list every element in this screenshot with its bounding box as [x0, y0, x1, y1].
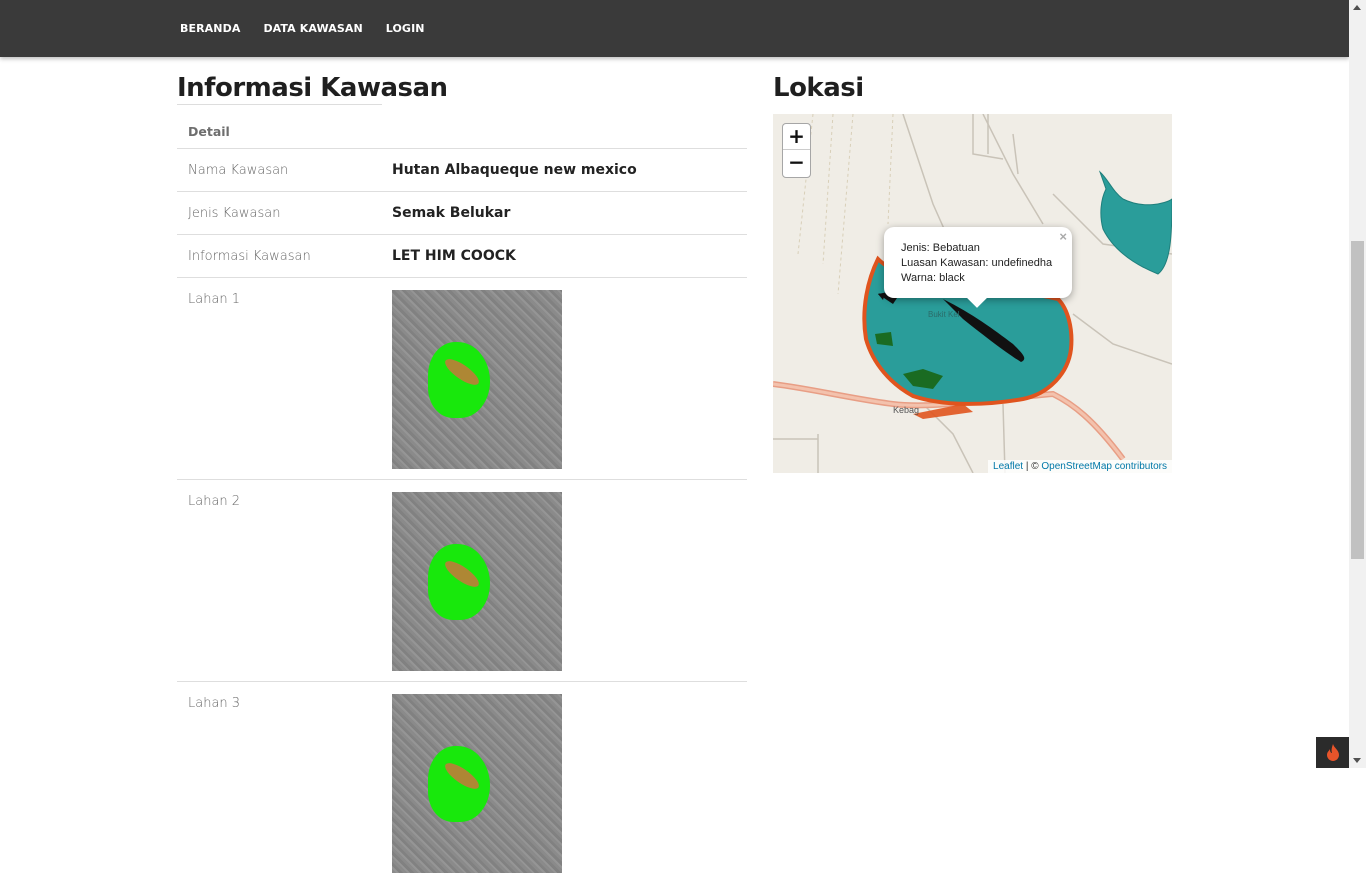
detail-table: Detail Nama Kawasan Hutan Albaqueque new…: [177, 115, 747, 884]
zoom-in-button[interactable]: +: [783, 124, 810, 150]
table-row: Informasi Kawasan LET HIM COOCK: [177, 235, 747, 278]
popup-close-button[interactable]: ×: [1059, 229, 1067, 244]
lahan-label: Lahan 2: [188, 494, 241, 509]
row-value: Semak Belukar: [392, 205, 511, 221]
top-navbar: BERANDA DATA KAWASAN LOGIN: [0, 0, 1349, 57]
location-section: Lokasi Kebag Bukit Kel + − × Jenis: Beba…: [773, 70, 1173, 473]
table-header: Detail: [177, 115, 747, 149]
row-value: Hutan Albaqueque new mexico: [392, 162, 637, 178]
row-label: Informasi Kawasan: [188, 248, 311, 264]
attribution-separator: | ©: [1023, 461, 1042, 472]
main-nav: BERANDA DATA KAWASAN LOGIN: [180, 22, 448, 35]
nav-data-kawasan[interactable]: DATA KAWASAN: [263, 22, 362, 35]
leaflet-map[interactable]: Kebag Bukit Kel + − × Jenis: Bebatuan Lu…: [773, 114, 1172, 473]
info-title: Informasi Kawasan: [177, 73, 448, 103]
row-value: LET HIM COOCK: [392, 248, 516, 264]
popup-line-jenis: Jenis: Bebatuan: [901, 242, 980, 254]
scrollbar-thumb[interactable]: [1351, 241, 1364, 559]
lahan-image[interactable]: [392, 290, 562, 469]
lahan-image[interactable]: [392, 492, 562, 671]
table-row: Jenis Kawasan Semak Belukar: [177, 192, 747, 235]
nav-login[interactable]: LOGIN: [386, 22, 425, 35]
table-row: Lahan 3: [177, 682, 747, 884]
lahan-label: Lahan 1: [188, 292, 241, 307]
scroll-down-arrow-icon[interactable]: [1353, 758, 1361, 763]
table-row: Lahan 2: [177, 480, 747, 682]
popup-line-warna: Warna: black: [901, 272, 965, 284]
leaflet-link[interactable]: Leaflet: [993, 461, 1023, 472]
lahan-label: Lahan 3: [188, 696, 241, 711]
nav-beranda[interactable]: BERANDA: [180, 22, 240, 35]
zoom-control: + −: [782, 123, 811, 178]
info-section: Informasi Kawasan Detail Nama Kawasan Hu…: [177, 70, 747, 884]
zoom-out-button[interactable]: −: [783, 150, 810, 176]
row-label: Nama Kawasan: [188, 162, 289, 178]
lahan-image[interactable]: [392, 694, 562, 873]
fire-icon[interactable]: [1316, 737, 1349, 768]
scroll-up-arrow-icon[interactable]: [1353, 5, 1361, 10]
table-row: Lahan 1: [177, 278, 747, 480]
map-popup: × Jenis: Bebatuan Luasan Kawasan: undefi…: [884, 227, 1072, 308]
table-row: Nama Kawasan Hutan Albaqueque new mexico: [177, 149, 747, 192]
osm-link[interactable]: OpenStreetMap contributors: [1041, 461, 1167, 472]
hill-label: Bukit Kel: [928, 310, 960, 319]
popup-line-luasan: Luasan Kawasan: undefinedha: [901, 257, 1053, 269]
page-scrollbar[interactable]: [1349, 0, 1366, 768]
row-label: Jenis Kawasan: [188, 205, 281, 221]
detail-header: Detail: [188, 124, 230, 139]
map-attribution: Leaflet | © OpenStreetMap contributors: [988, 460, 1172, 473]
location-title: Lokasi: [773, 73, 864, 103]
town-label: Kebag: [893, 405, 919, 415]
